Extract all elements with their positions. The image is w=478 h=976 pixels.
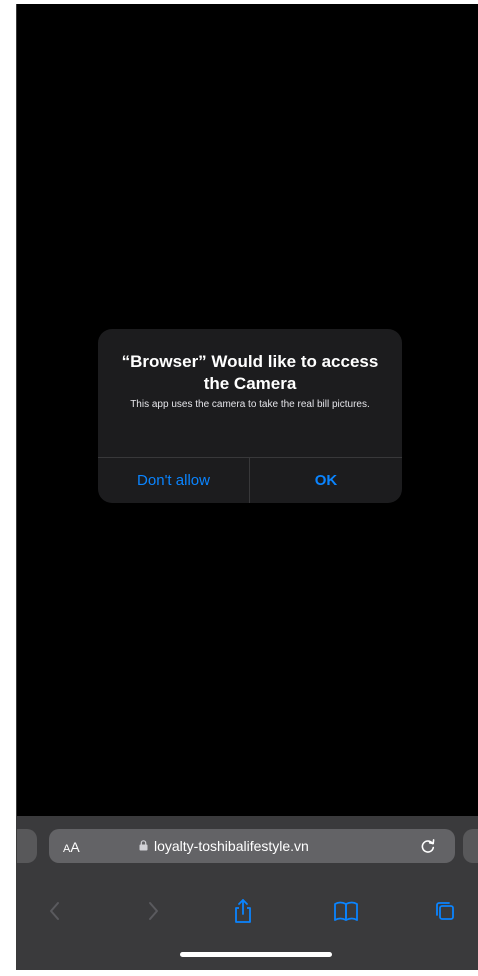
share-icon[interactable]: [231, 898, 255, 924]
ok-button[interactable]: OK: [250, 458, 402, 503]
tabs-icon[interactable]: [433, 898, 457, 924]
reload-icon[interactable]: [419, 837, 437, 855]
lock-icon: [139, 840, 148, 851]
dont-allow-button[interactable]: Don't allow: [98, 458, 249, 503]
url-text: loyalty-toshibalifestyle.vn: [154, 838, 309, 854]
previous-tab-peek[interactable]: [17, 829, 37, 863]
browser-bottom-bar: AA loyalty-toshibalifestyle.vn: [17, 816, 478, 970]
alert-message: This app uses the camera to take the rea…: [130, 399, 370, 410]
chevron-right-icon[interactable]: [141, 898, 165, 924]
chevron-left-icon[interactable]: [43, 898, 67, 924]
text-size-big-label: A: [70, 839, 80, 855]
alert-title: “Browser” Would like to access the Camer…: [121, 352, 379, 393]
camera-permission-alert: “Browser” Would like to access the Camer…: [98, 329, 402, 503]
camera-screen: “Browser” Would like to access the Camer…: [16, 4, 478, 970]
address-bar[interactable]: AA loyalty-toshibalifestyle.vn: [49, 829, 455, 863]
url-display[interactable]: loyalty-toshibalifestyle.vn: [139, 829, 309, 863]
device-frame: “Browser” Would like to access the Camer…: [0, 0, 478, 976]
bookmarks-icon[interactable]: [332, 898, 360, 924]
next-tab-peek[interactable]: [463, 829, 478, 863]
text-size-button[interactable]: AA: [63, 829, 80, 863]
home-indicator: [180, 952, 332, 957]
